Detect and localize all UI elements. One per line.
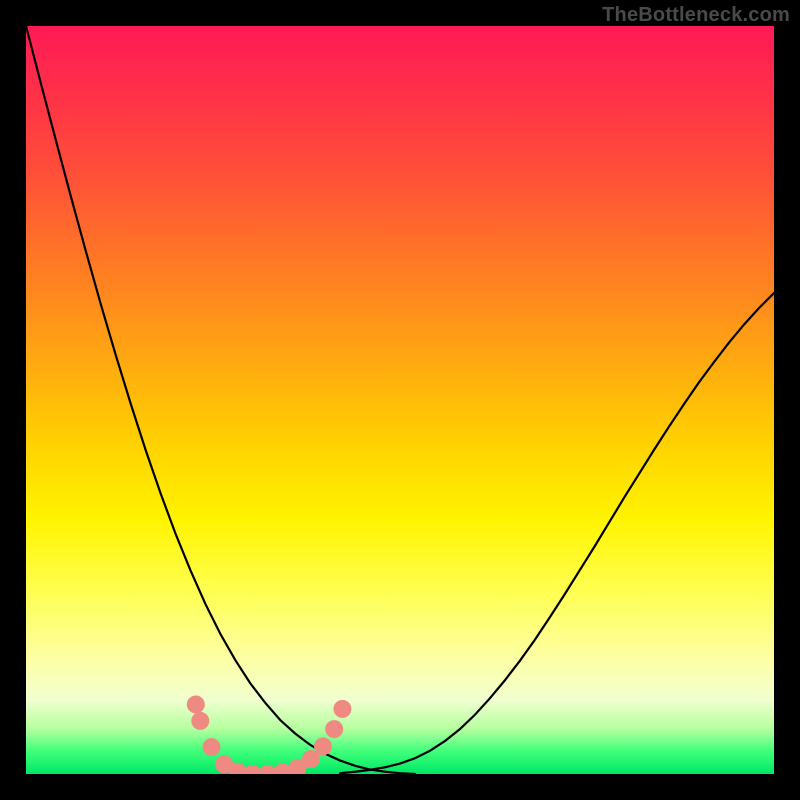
marker-dot [191,712,209,730]
marker-dot [333,700,351,718]
chart-svg [26,26,774,774]
plot-area [26,26,774,774]
watermark-text: TheBottleneck.com [602,4,790,27]
right-curve-path [340,293,774,773]
marker-dot [203,738,221,756]
chart-frame: TheBottleneck.com [0,0,800,800]
left-curve-path [26,26,415,774]
marker-dot [325,720,343,738]
marker-dot [187,695,205,713]
marker-dot [314,737,332,755]
